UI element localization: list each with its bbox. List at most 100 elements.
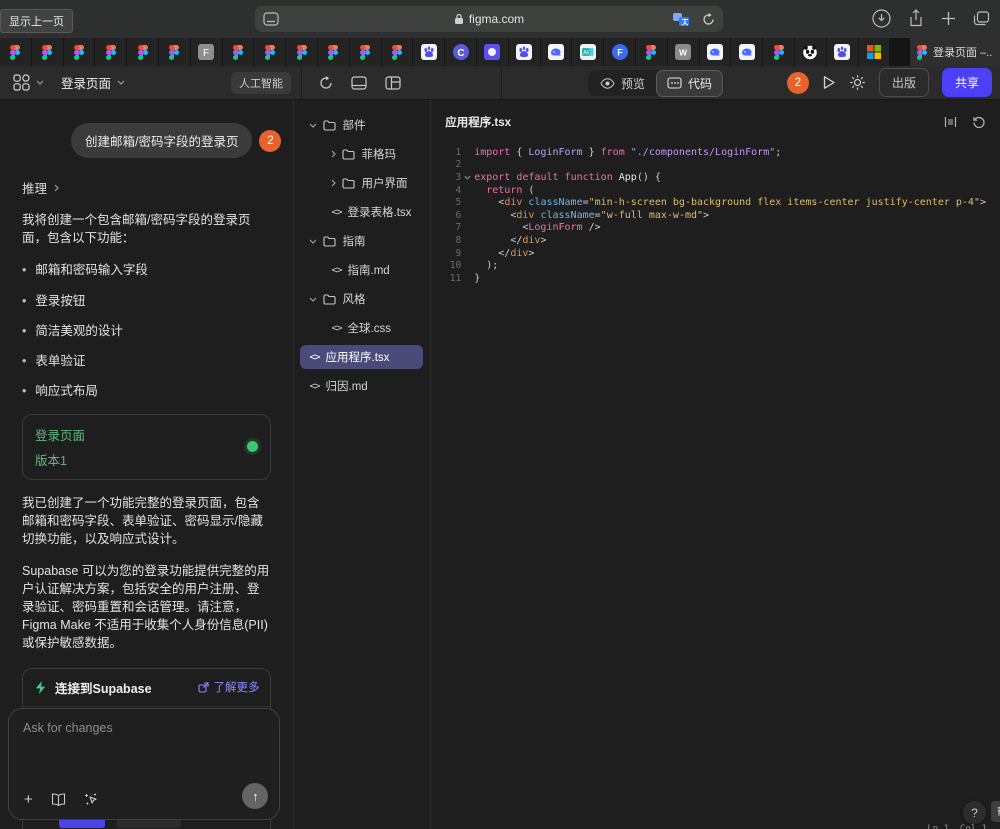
browser-tab[interactable] [827,38,859,66]
browser-tab[interactable]: W [668,38,700,66]
code-line[interactable]: 3export default function App() { [445,171,986,184]
browser-tab[interactable] [509,38,541,66]
browser-tab[interactable] [95,38,127,66]
learn-more-link[interactable]: 了解更多 [198,679,259,695]
help-tooltip-partial: 帮助 [991,801,1000,822]
chevron-right-icon[interactable] [331,179,336,187]
code-line[interactable]: 4 return ( [445,184,986,197]
browser-tab[interactable]: AI [572,38,604,66]
figma-favicon [328,45,338,60]
editor-file-title: 应用程序.tsx [445,114,511,130]
downloads-icon[interactable] [872,9,891,28]
tree-item-folder[interactable]: 风格 [300,287,423,311]
browser-tab[interactable] [350,38,382,66]
chevron-down-icon[interactable] [117,80,125,85]
browser-tab[interactable] [477,38,509,66]
tree-item-file[interactable]: <>指南.md [300,258,423,282]
browser-tab[interactable] [223,38,255,66]
send-button[interactable]: ↑ [242,783,268,809]
panel-bottom-icon[interactable] [351,76,367,90]
tree-item-file[interactable]: <>归因.md [300,374,423,398]
tab-code[interactable]: 代码 [656,70,723,97]
browser-tab[interactable]: F [604,38,636,66]
code-line[interactable]: 10 ); [445,259,986,272]
browser-tab[interactable] [795,38,827,66]
browser-tab[interactable] [0,38,32,66]
browser-tab[interactable] [286,38,318,66]
chat-input-box[interactable]: + ↑ [8,708,280,820]
project-title[interactable]: 登录页面 [61,73,111,92]
tree-item-file[interactable]: <>应用程序.tsx [300,345,423,369]
preview-label: 预览 [621,75,645,92]
code-line[interactable]: 5 <div className="min-h-screen bg-backgr… [445,196,986,209]
magic-pointer-icon[interactable] [84,792,100,807]
browser-tab[interactable] [159,38,191,66]
code-line[interactable]: 1import { LoginForm } from "./components… [445,146,986,159]
version-card[interactable]: 登录页面 版本1 [22,414,271,480]
play-icon[interactable] [822,75,836,90]
refresh-icon[interactable] [319,76,333,90]
bullet-dot: • [22,293,26,309]
code-text: return ( [474,185,534,196]
browser-tab[interactable]: C [445,38,477,66]
code-line[interactable]: 6 <div className="w-full max-w-md"> [445,209,986,222]
browser-tab[interactable] [859,38,891,66]
help-button[interactable]: ? [963,801,986,824]
browser-tab[interactable] [731,38,763,66]
browser-tab[interactable] [382,38,414,66]
url-text: figma.com [469,12,524,26]
panel-layout-icon[interactable] [385,76,401,90]
tree-item-folder[interactable]: 部件 [300,113,423,137]
code-text: export default function App() { [474,172,661,183]
browser-tab[interactable] [32,38,64,66]
library-book-icon[interactable] [51,793,66,806]
notification-badge[interactable]: 2 [787,72,809,94]
format-code-icon[interactable] [944,116,957,128]
tree-item-folder[interactable]: 指南 [300,229,423,253]
browser-active-tab[interactable]: 登录页面 –... [910,38,1000,66]
reload-icon[interactable] [702,13,715,26]
reader-view-icon[interactable] [263,12,279,26]
figma-make-menu-icon[interactable] [13,74,30,91]
new-tab-icon[interactable] [941,11,956,26]
code-line[interactable]: 7 <LoginForm /> [445,222,986,235]
publish-button[interactable]: 出版 [879,68,929,97]
translate-icon[interactable] [673,13,690,26]
browser-tab[interactable] [64,38,96,66]
list-item: •表单验证 [22,353,271,369]
browser-tab[interactable] [636,38,668,66]
chevron-down-icon[interactable] [309,297,317,302]
share-icon[interactable] [908,9,924,28]
tab-overview-icon[interactable] [973,11,990,26]
chevron-right-icon[interactable] [331,150,336,158]
attach-icon[interactable]: + [24,792,33,807]
share-button[interactable]: 共享 [942,68,992,97]
browser-tab[interactable] [763,38,795,66]
address-bar[interactable]: figma.com [255,6,723,32]
browser-tab[interactable]: F [191,38,223,66]
code-line[interactable]: 11} [445,272,986,285]
tree-item-file[interactable]: <>登录表格.tsx [300,200,423,224]
browser-tab[interactable] [700,38,732,66]
browser-tab[interactable] [254,38,286,66]
code-line[interactable]: 2 [445,159,986,172]
tree-item-folder[interactable]: 菲格玛 [300,142,423,166]
code-line[interactable]: 9 </div> [445,247,986,260]
chevron-down-icon[interactable] [309,239,317,244]
tree-item-folder[interactable]: 用户界面 [300,171,423,195]
chevron-down-icon[interactable] [36,80,44,85]
browser-tab[interactable] [318,38,350,66]
history-icon[interactable] [972,116,986,129]
chevron-down-icon[interactable] [309,123,317,128]
tab-preview[interactable]: 预览 [589,70,656,97]
chat-input[interactable] [23,721,265,776]
browser-tab[interactable] [541,38,573,66]
tree-item-file[interactable]: <>全球.css [300,316,423,340]
browser-tab[interactable] [127,38,159,66]
gear-icon[interactable] [849,74,866,91]
message-count-badge[interactable]: 2 [259,130,281,152]
fold-gutter[interactable] [461,175,474,180]
reasoning-toggle[interactable]: 推理 [22,178,271,197]
code-line[interactable]: 8 </div> [445,234,986,247]
browser-tab[interactable] [413,38,445,66]
